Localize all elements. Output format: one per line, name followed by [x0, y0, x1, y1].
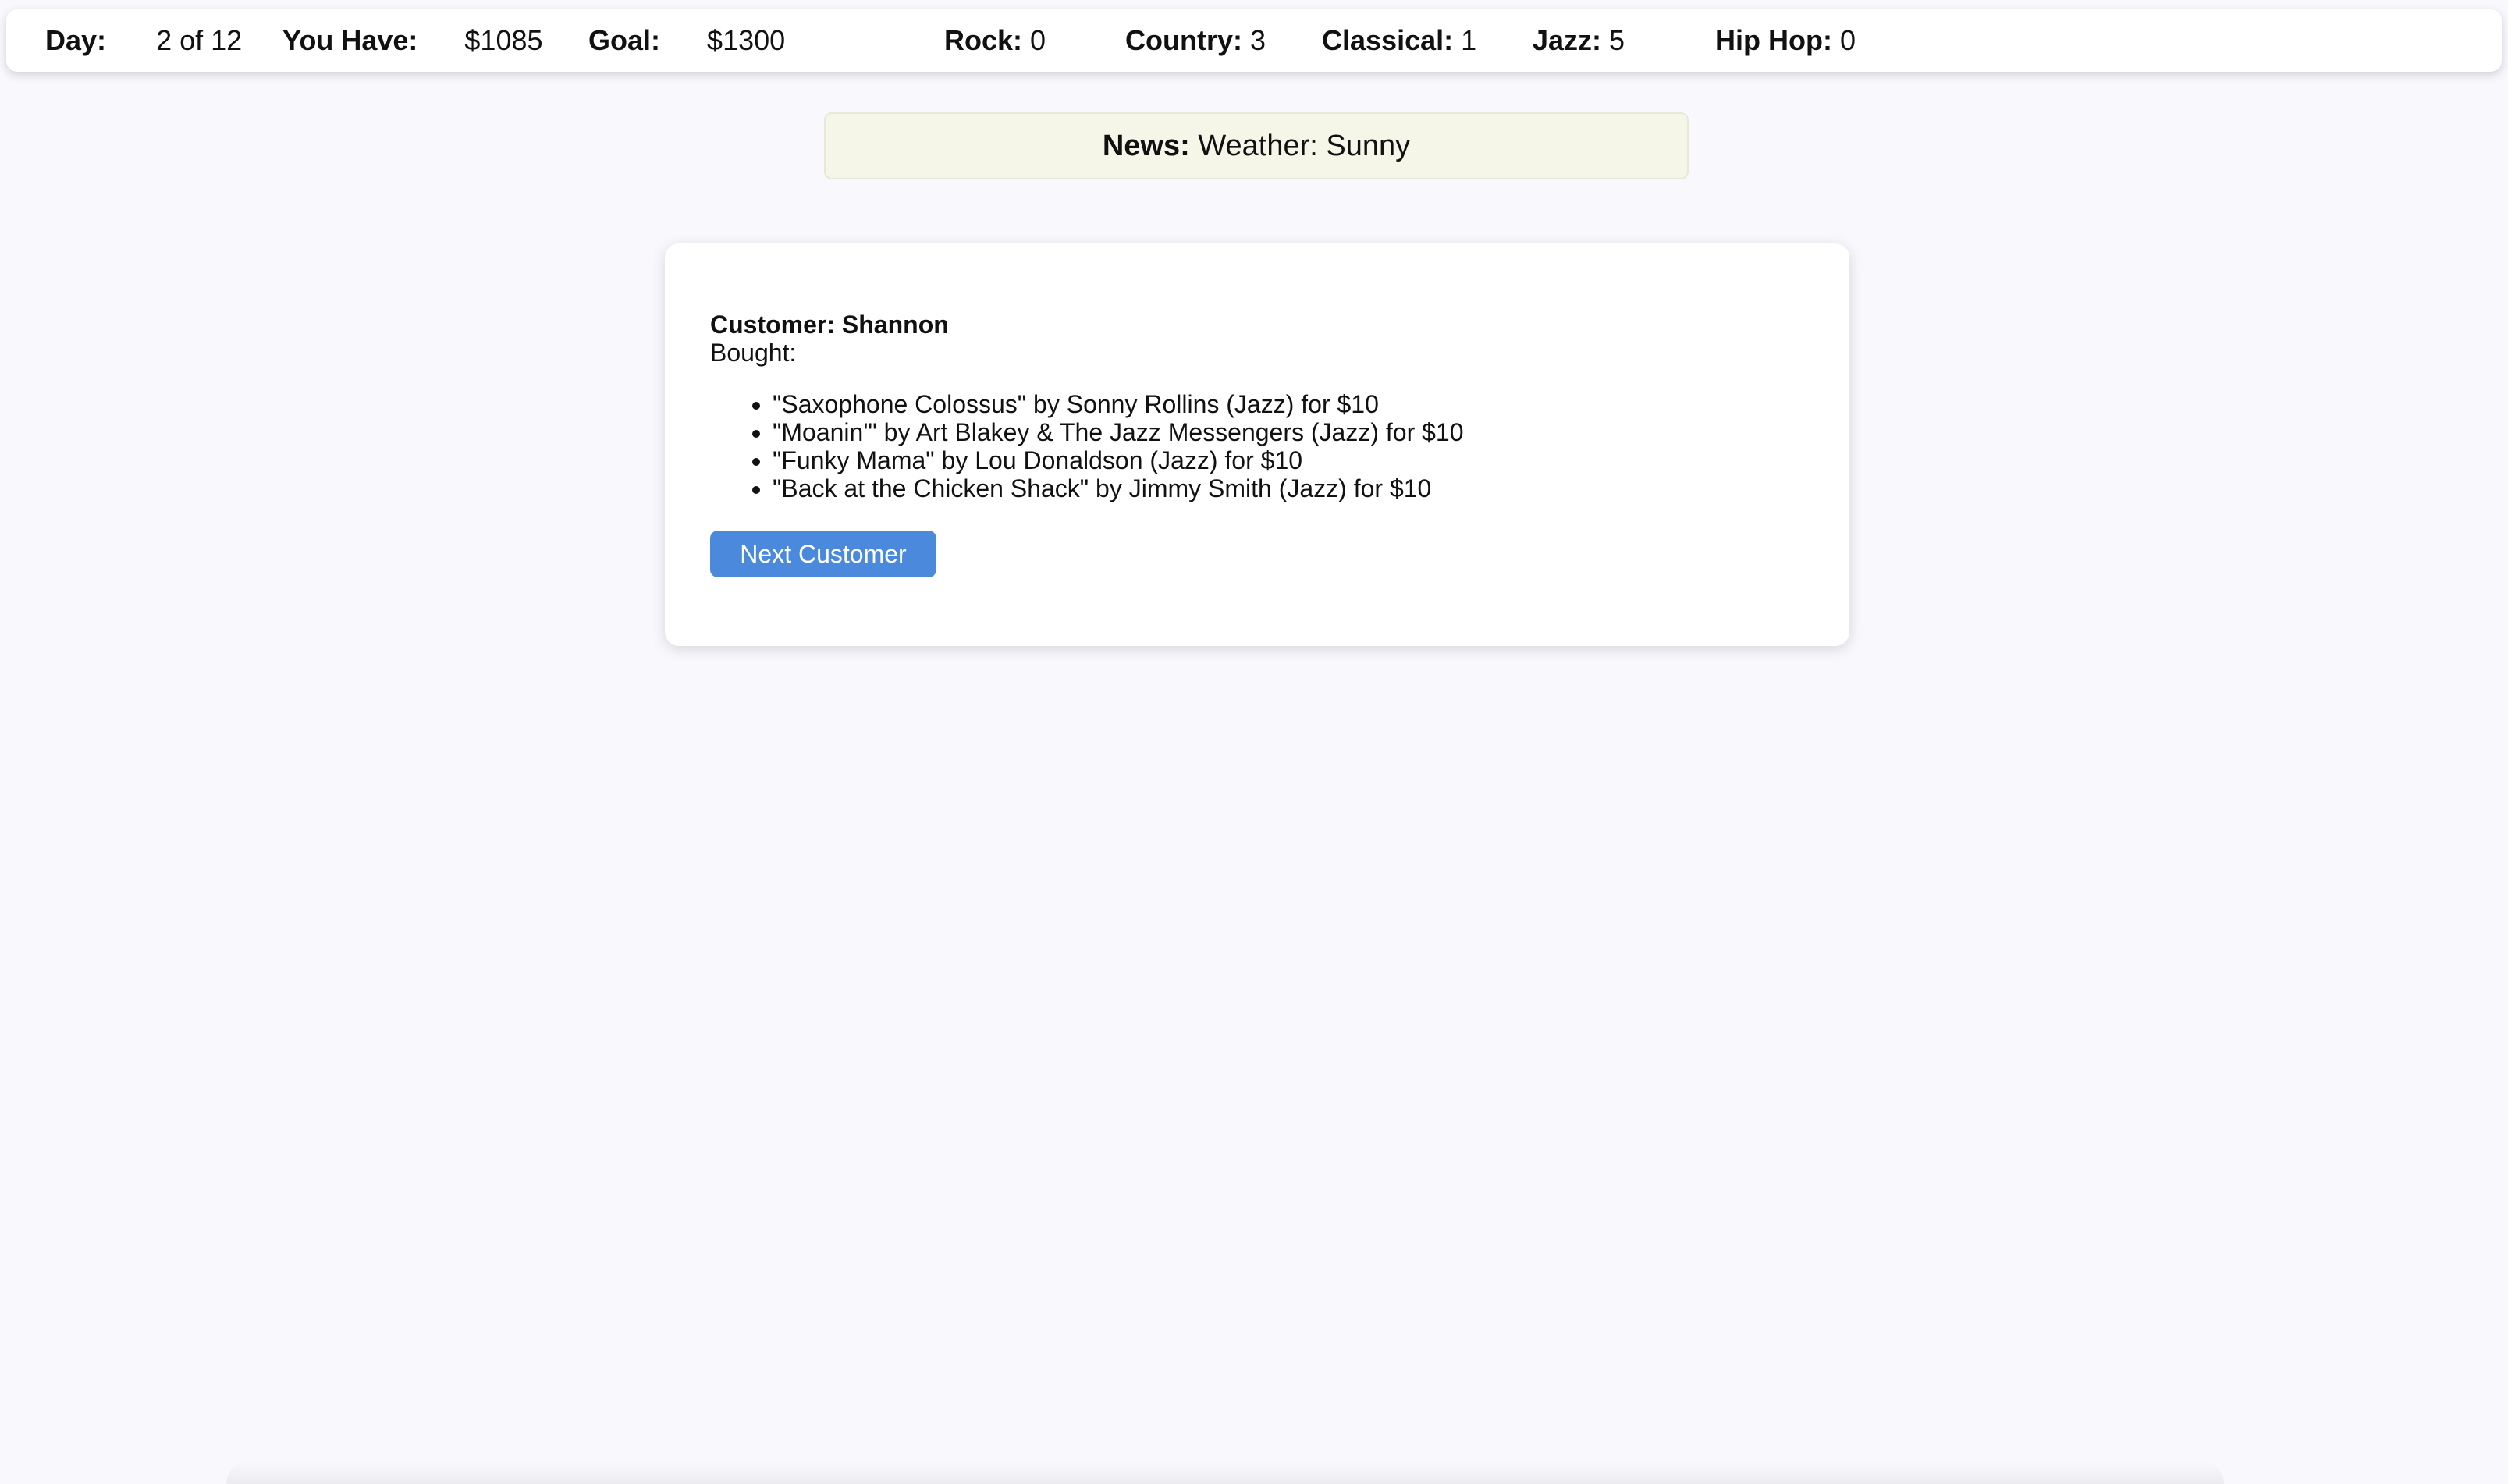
stat-classical-value: 1 [1461, 24, 1477, 56]
customer-name: Customer: Shannon [710, 311, 949, 339]
stat-rock-label: Rock: [944, 24, 1023, 56]
stat-hiphop-value: 0 [1839, 24, 1856, 56]
news-banner: News: Weather: Sunny [824, 112, 1689, 179]
stat-rock-value: 0 [1030, 24, 1046, 56]
stat-country-value: 3 [1250, 24, 1266, 56]
stat-classical: Classical: 1 [1322, 9, 1476, 72]
stat-day: Day: 2 of 12 [45, 9, 242, 72]
stat-money-value: $1085 [464, 24, 543, 56]
stat-goal-value: $1300 [707, 24, 786, 56]
purchase-item: "Saxophone Colossus" by Sonny Rollins (J… [773, 390, 1464, 418]
purchase-item: "Moanin'" by Art Blakey & The Jazz Messe… [773, 418, 1464, 446]
stat-hiphop-label: Hip Hop: [1715, 24, 1832, 56]
stat-goal-label: Goal: [588, 24, 661, 56]
stat-money-label: You Have: [282, 24, 418, 56]
purchase-item: "Back at the Chicken Shack" by Jimmy Smi… [773, 474, 1464, 502]
stat-day-label: Day: [45, 24, 107, 56]
news-text: Weather: Sunny [1198, 130, 1411, 162]
bottom-shadow [226, 1461, 2224, 1484]
stat-country: Country: 3 [1125, 9, 1266, 72]
stat-goal: Goal: $1300 [588, 9, 785, 72]
stat-day-value: 2 of 12 [156, 24, 243, 56]
stat-classical-label: Classical: [1322, 24, 1454, 56]
stat-jazz: Jazz: 5 [1533, 9, 1625, 72]
stat-country-label: Country: [1125, 24, 1242, 56]
stat-jazz-value: 5 [1609, 24, 1625, 56]
stat-rock: Rock: 0 [944, 9, 1046, 72]
next-customer-button[interactable]: Next Customer [710, 531, 936, 577]
stat-money: You Have: $1085 [282, 9, 543, 72]
status-bar: Day: 2 of 12 You Have: $1085 Goal: $1300… [6, 9, 2502, 72]
stat-hiphop: Hip Hop: 0 [1715, 9, 1856, 72]
purchase-list: "Saxophone Colossus" by Sonny Rollins (J… [710, 390, 1464, 502]
news-label: News: [1102, 130, 1190, 162]
customer-card: Customer: Shannon Bought: "Saxophone Col… [665, 243, 1849, 646]
stat-jazz-label: Jazz: [1533, 24, 1602, 56]
bought-label: Bought: [710, 339, 797, 367]
purchase-item: "Funky Mama" by Lou Donaldson (Jazz) for… [773, 446, 1464, 474]
